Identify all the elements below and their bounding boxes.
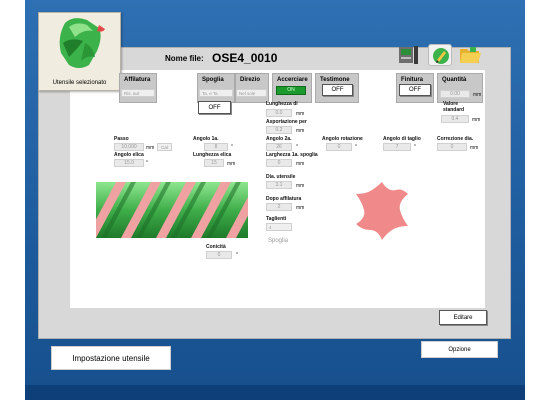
spoglia-header: Spoglia xyxy=(197,73,235,103)
spoglia-type-select[interactable]: Spoglia xyxy=(266,237,296,246)
endmill-tool-icon xyxy=(59,18,105,68)
larghezza-1a-spoglia-label: Larghezza 1a. spoglia xyxy=(266,152,318,158)
helix-preview-image xyxy=(96,182,248,238)
valore-standard-label: Valore standard xyxy=(443,101,465,113)
passo-label: Passo xyxy=(114,136,129,142)
dopo-affilatura-label: Dopo affilatura xyxy=(266,196,302,202)
angolo-2a-field[interactable]: 26 xyxy=(266,143,292,151)
taglienti-select[interactable]: 4 xyxy=(266,223,292,231)
angolo-taglio-field[interactable]: 7 xyxy=(383,143,411,151)
direzione-header: Direzio xyxy=(235,73,269,103)
lunghezza-elica-label: Lunghezza elica xyxy=(193,152,232,158)
conicita-field[interactable]: 0 xyxy=(206,251,232,259)
lunghezza-di-label: Lunghezza di xyxy=(266,101,298,107)
quantita-field[interactable]: 0.00 xyxy=(440,90,470,98)
angolo-elica-field[interactable]: 15.0 xyxy=(114,159,144,167)
passo-calc-button[interactable]: Cal xyxy=(157,143,172,151)
direzione-select[interactable]: Nel sole xyxy=(236,89,267,97)
valore-standard-field[interactable]: 0.4 xyxy=(441,115,469,123)
taskbar-strip xyxy=(25,385,525,400)
lunghezza-di-field[interactable]: 0.0 xyxy=(266,109,292,117)
machine-icon[interactable] xyxy=(397,44,421,66)
angolo-2a-unit: ° xyxy=(296,144,298,150)
dia-utensile-label: Dia. utensile xyxy=(266,174,296,180)
angolo-1a-unit: ° xyxy=(231,144,233,150)
angolo-elica-label: Angolo elica xyxy=(114,152,144,158)
passo-unit: mm xyxy=(146,145,155,151)
edit-pencil-icon[interactable] xyxy=(428,44,452,66)
valore-standard-unit: mm xyxy=(472,117,481,123)
spoglia-off-button[interactable]: OFF xyxy=(198,101,231,114)
larghezza-1a-spoglia-field[interactable]: 0 xyxy=(266,159,292,167)
affilatura-header: Affilatura xyxy=(119,73,157,103)
passo-field[interactable]: 10.000 xyxy=(114,143,144,151)
angolo-rotazione-label: Angolo rotazione xyxy=(322,136,363,142)
dopo-affilatura-field[interactable]: 2 xyxy=(266,203,292,211)
lunghezza-di-unit: mm xyxy=(296,111,305,117)
file-name-value: OSE4_0010 xyxy=(212,51,278,65)
lunghezza-elica-field[interactable]: 15 xyxy=(204,159,224,167)
angolo-taglio-unit: ° xyxy=(414,144,416,150)
angolo-2a-label: Angolo 2a. xyxy=(266,136,292,142)
correzione-dia-field[interactable]: 0 xyxy=(437,143,467,151)
editare-button[interactable]: Editare xyxy=(439,310,487,325)
correzione-dia-unit: mm xyxy=(470,145,479,151)
selected-tool-card[interactable]: Utensile selezionato xyxy=(38,12,121,91)
conicita-label: Conicità xyxy=(206,244,226,250)
spoglia-select[interactable]: Ta. e Ta xyxy=(199,89,233,97)
angolo-elica-unit: ° xyxy=(146,160,148,166)
angolo-rotazione-unit: ° xyxy=(355,144,357,150)
open-folder-icon[interactable] xyxy=(458,44,482,66)
opzione-button[interactable]: Opzione xyxy=(421,341,498,358)
dia-utensile-unit: mm xyxy=(296,183,305,189)
tool-card-caption: Utensile selezionato xyxy=(52,80,107,86)
conicita-unit: ° xyxy=(236,252,238,258)
finitura-off-button[interactable]: OFF xyxy=(399,84,431,96)
dia-utensile-field[interactable]: 3.1 xyxy=(266,181,292,189)
angolo-1a-field[interactable]: 8 xyxy=(204,143,228,151)
larghezza-1a-spoglia-unit: mm xyxy=(296,161,305,167)
angolo-taglio-label: Angolo di taglio xyxy=(383,136,421,142)
quantita-unit: mm xyxy=(473,92,482,98)
taglienti-label: Taglienti xyxy=(266,216,287,222)
accerciare-on-toggle[interactable]: ON xyxy=(276,86,306,95)
quantita-header: Quantità xyxy=(437,73,483,103)
cross-section-image xyxy=(356,182,408,240)
angolo-rotazione-field[interactable]: 0 xyxy=(326,143,352,151)
asportazione-unit: mm xyxy=(296,128,305,134)
lunghezza-elica-unit: mm xyxy=(227,161,236,167)
asportazione-field[interactable]: 0.2 xyxy=(266,126,292,134)
correzione-dia-label: Correzione dia. xyxy=(437,136,474,142)
angolo-1a-label: Angolo 1a. xyxy=(193,136,219,142)
impostazione-utensile-button[interactable]: Impostazione utensile xyxy=(51,346,171,370)
testimone-off-button[interactable]: OFF xyxy=(322,84,353,96)
file-name-label: Nome file: xyxy=(165,54,204,63)
asportazione-label: Asportazione per xyxy=(266,119,307,125)
affilatura-select[interactable]: Ris. aut xyxy=(121,89,155,97)
dopo-affilatura-unit: mm xyxy=(296,205,305,211)
